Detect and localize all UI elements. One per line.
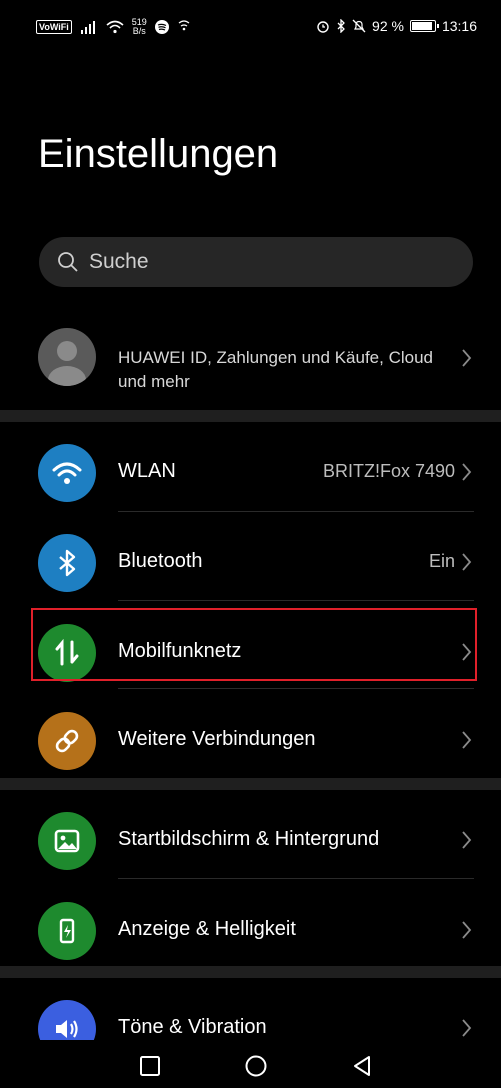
user-icon	[48, 341, 86, 386]
bluetooth-status-icon	[337, 19, 345, 33]
vowifi-badge: VoWiFi	[36, 20, 72, 34]
section-separator	[0, 778, 501, 790]
brightness-icon	[38, 902, 96, 960]
home-button[interactable]	[244, 1054, 268, 1078]
chevron-right-icon	[462, 831, 472, 849]
signal-icon	[80, 21, 95, 34]
divider	[118, 878, 474, 879]
account-row[interactable]: HUAWEI ID, Zahlungen und Käufe, Cloud un…	[0, 318, 501, 404]
item-label: Startbildschirm & Hintergrund	[118, 828, 380, 850]
clock: 13:16	[441, 18, 477, 34]
search-placeholder: Suche	[89, 250, 149, 273]
battery-fill	[411, 22, 433, 30]
chevron-right-icon	[462, 463, 472, 481]
divider	[118, 600, 474, 601]
item-label: Bluetooth	[118, 550, 203, 572]
chevron-right-icon	[462, 349, 472, 367]
image-icon	[38, 812, 96, 870]
recent-apps-button[interactable]	[138, 1054, 162, 1078]
divider	[118, 688, 474, 689]
highlight-box	[31, 608, 477, 681]
hotspot-icon	[178, 20, 190, 31]
item-label: Anzeige & Helligkeit	[118, 918, 296, 940]
alarm-icon	[317, 21, 329, 33]
item-value: BRITZ!Fox 7490	[322, 461, 455, 481]
wifi-icon	[38, 444, 96, 502]
page-title: Einstellungen	[38, 132, 279, 176]
settings-item-startbildschirm[interactable]: Startbildschirm & Hintergrund	[0, 790, 501, 878]
chevron-right-icon	[462, 921, 472, 939]
account-label: HUAWEI ID, Zahlungen und Käufe, Cloud un…	[118, 348, 433, 391]
link-icon	[38, 712, 96, 770]
chevron-right-icon	[462, 553, 472, 571]
status-bar: VoWiFi 519 B/s 92 % 13:16	[0, 0, 501, 56]
back-button[interactable]	[350, 1054, 374, 1078]
item-label: Töne & Vibration	[118, 1016, 267, 1038]
item-value: Ein	[428, 551, 455, 571]
wifi-status-icon	[106, 20, 124, 34]
bluetooth-icon	[38, 534, 96, 592]
chevron-right-icon	[462, 731, 472, 749]
avatar	[38, 328, 96, 386]
net-speed: 519 B/s	[131, 17, 147, 36]
section-separator	[0, 410, 501, 422]
chevron-right-icon	[462, 1019, 472, 1037]
navigation-bar	[0, 1040, 501, 1088]
search-icon	[58, 252, 78, 272]
settings-item-bluetooth[interactable]: Bluetooth Ein	[0, 512, 501, 600]
mute-icon	[352, 19, 366, 33]
settings-item-anzeige[interactable]: Anzeige & Helligkeit	[0, 880, 501, 968]
settings-item-wlan[interactable]: WLAN BRITZ!Fox 7490	[0, 422, 501, 510]
item-label: Weitere Verbindungen	[118, 728, 316, 750]
battery-icon	[409, 20, 439, 32]
status-right: 92 % 13:16	[316, 18, 477, 34]
spotify-icon	[154, 20, 169, 34]
item-label: WLAN	[118, 460, 176, 482]
settings-item-weitere-verbindungen[interactable]: Weitere Verbindungen	[0, 690, 501, 778]
status-left: VoWiFi 519 B/s	[36, 18, 191, 36]
section-separator	[0, 966, 501, 978]
battery-percent: 92 %	[372, 18, 404, 34]
search-input[interactable]: Suche	[39, 237, 473, 287]
